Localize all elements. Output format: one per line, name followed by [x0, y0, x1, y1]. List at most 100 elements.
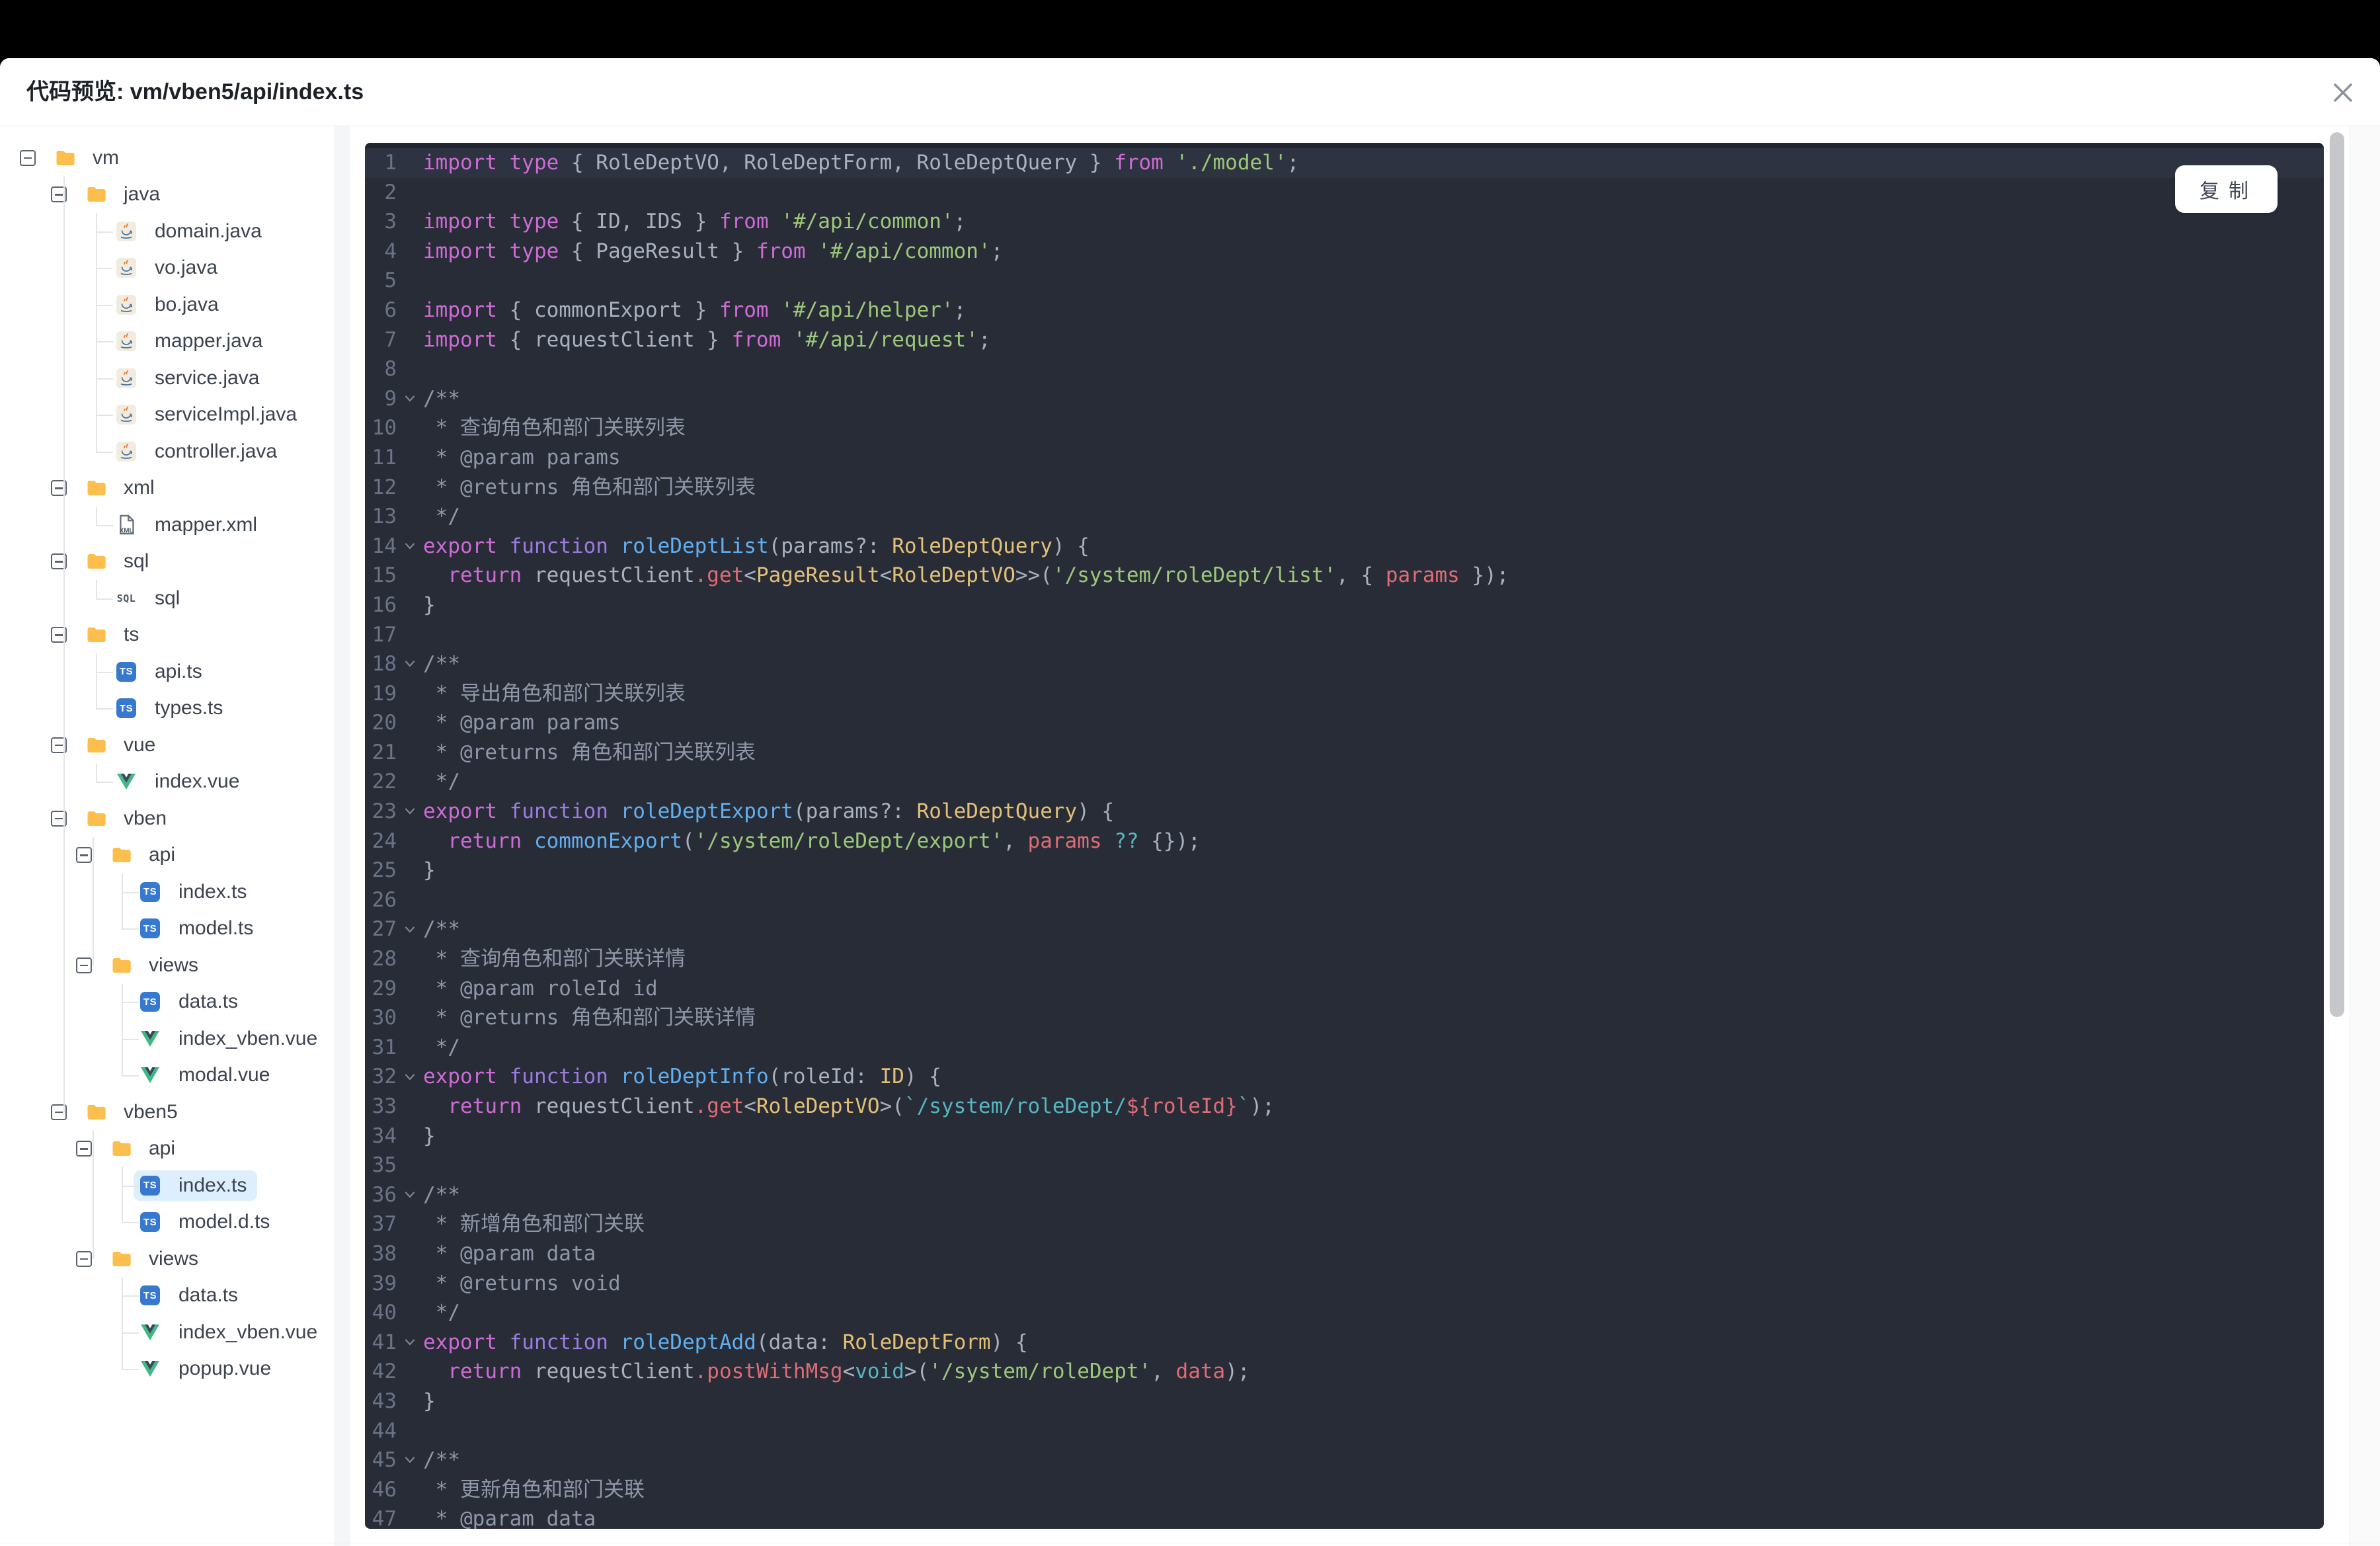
code-line: 45 /**: [365, 1445, 2324, 1475]
collapse-toggle-icon[interactable]: [76, 957, 92, 973]
dialog-scrollbar-thumb[interactable]: [2330, 132, 2344, 1017]
line-number: 21: [372, 740, 397, 764]
code-line: 42 return requestClient.postWithMsg<void…: [365, 1357, 2324, 1387]
tree-item-model-d-ts[interactable]: TS model.d.ts: [0, 1204, 357, 1241]
tree-item-sql[interactable]: SQL sql: [0, 580, 357, 617]
tree-item-vue[interactable]: vue: [0, 727, 357, 764]
tree-item-controller-java[interactable]: controller.java: [0, 433, 357, 470]
tree-item-sql[interactable]: sql: [0, 544, 357, 581]
tree-connector-line: [96, 653, 97, 709]
code-line: 39 * @returns void: [365, 1269, 2324, 1299]
line-number: 20: [372, 711, 397, 735]
tree-item-bo-java[interactable]: bo.java: [0, 286, 357, 323]
tree-item-views[interactable]: views: [0, 947, 357, 984]
tree-item-views[interactable]: views: [0, 1241, 357, 1278]
fold-toggle[interactable]: [397, 532, 423, 561]
fold-gutter: [397, 738, 423, 768]
tree-item-label: model.ts: [178, 917, 254, 940]
code-text: */: [423, 770, 460, 794]
tree-item-mapper-xml[interactable]: XML mapper.xml: [0, 507, 357, 544]
tree-item-label: popup.vue: [178, 1358, 272, 1380]
close-button[interactable]: [2326, 75, 2360, 110]
tree-item-java[interactable]: java: [0, 177, 357, 214]
code-line: 38 * @param data: [365, 1239, 2324, 1269]
tree-item-label: xml: [124, 477, 155, 499]
code-line: 31 */: [365, 1033, 2324, 1063]
code-line: 10 * 查询角色和部门关联列表: [365, 413, 2324, 443]
fold-toggle[interactable]: [397, 1328, 423, 1358]
tree-item-api[interactable]: api: [0, 837, 357, 874]
code-line: 4 import type { PageResult } from '#/api/…: [365, 237, 2324, 266]
tree-item-index-ts[interactable]: TS index.ts: [0, 1167, 357, 1204]
typescript-file-icon: TS: [116, 698, 136, 719]
fold-gutter: [397, 207, 423, 237]
tree-item-label: api.ts: [155, 660, 202, 682]
dialog-title: 代码预览: vm/vben5/api/index.ts: [26, 79, 364, 104]
folder-icon: [87, 481, 106, 496]
tree-item-model-ts[interactable]: TS model.ts: [0, 911, 357, 948]
code-text: }: [423, 592, 436, 617]
fold-gutter: [397, 266, 423, 296]
tree-item-label: vo.java: [155, 257, 218, 279]
tree-item-domain-java[interactable]: domain.java: [0, 213, 357, 250]
code-text: /**: [423, 386, 460, 411]
collapse-toggle-icon[interactable]: [20, 149, 36, 166]
code-text: /**: [423, 917, 460, 942]
tree-item-label: api: [149, 844, 176, 866]
fold-gutter: [397, 1269, 423, 1299]
code-text: * 更新角色和部门关联: [423, 1477, 645, 1502]
fold-toggle[interactable]: [397, 1180, 423, 1210]
tree-item-data-ts[interactable]: TS data.ts: [0, 1278, 357, 1315]
tree-item-modal-vue[interactable]: modal.vue: [0, 1057, 357, 1094]
copy-button[interactable]: 复制: [2175, 165, 2278, 213]
code-line: 28 * 查询角色和部门关联详情: [365, 944, 2324, 974]
tree-item-data-ts[interactable]: TS data.ts: [0, 984, 357, 1021]
tree-item-xml[interactable]: xml: [0, 470, 357, 507]
tree-item-index-ts[interactable]: TS index.ts: [0, 874, 357, 911]
tree-item-api-ts[interactable]: TS api.ts: [0, 653, 357, 690]
code-text: export function roleDeptExport(params?: …: [423, 799, 1115, 824]
tree-item-api[interactable]: api: [0, 1131, 357, 1168]
fold-gutter: [397, 944, 423, 974]
fold-toggle[interactable]: [397, 797, 423, 827]
code-line: 24 return commonExport('/system/roleDept…: [365, 827, 2324, 856]
tree-item-vm[interactable]: vm: [0, 140, 357, 177]
tree-item-vben[interactable]: vben: [0, 800, 357, 837]
fold-chevron-icon: [405, 1192, 415, 1198]
fold-gutter: [397, 325, 423, 355]
tree-item-mapper-java[interactable]: mapper.java: [0, 323, 357, 360]
fold-toggle[interactable]: [397, 1445, 423, 1475]
tree-item-index-vue[interactable]: index.vue: [0, 764, 357, 801]
collapse-toggle-icon[interactable]: [76, 1141, 92, 1157]
tree-item-index-vben-vue[interactable]: index_vben.vue: [0, 1314, 357, 1351]
tree-item-popup-vue[interactable]: popup.vue: [0, 1351, 357, 1388]
fold-toggle[interactable]: [397, 1062, 423, 1092]
tree-item-service-java[interactable]: service.java: [0, 360, 357, 397]
fold-toggle[interactable]: [397, 649, 423, 679]
tree-item-types-ts[interactable]: TS types.ts: [0, 690, 357, 727]
line-number: 45: [372, 1448, 397, 1473]
fold-toggle[interactable]: [397, 384, 423, 414]
line-number: 8: [384, 357, 397, 382]
code-lines: 1 import type { RoleDeptVO, RoleDeptForm,…: [365, 148, 2324, 1529]
line-number: 40: [372, 1301, 397, 1325]
tree-item-ts[interactable]: ts: [0, 617, 357, 654]
tree-item-label: bo.java: [155, 293, 219, 315]
fold-chevron-icon: [405, 808, 415, 815]
tree-item-vben5[interactable]: vben5: [0, 1094, 357, 1131]
fold-toggle[interactable]: [397, 915, 423, 944]
collapse-toggle-icon[interactable]: [76, 847, 92, 864]
line-number: 22: [372, 770, 397, 794]
code-text: }: [423, 1123, 436, 1148]
tree-item-vo-java[interactable]: vo.java: [0, 250, 357, 287]
tree-item-serviceimpl-java[interactable]: serviceImpl.java: [0, 397, 357, 434]
line-number: 39: [372, 1271, 397, 1295]
fold-gutter: [397, 1416, 423, 1446]
code-text: * 查询角色和部门关联列表: [423, 416, 686, 440]
code-line: 18 /**: [365, 649, 2324, 679]
code-text: }: [423, 1389, 436, 1413]
tree-item-index-vben-vue[interactable]: index_vben.vue: [0, 1020, 357, 1057]
tree-scrollbar-track[interactable]: [334, 126, 350, 1546]
collapse-toggle-icon[interactable]: [76, 1250, 92, 1267]
